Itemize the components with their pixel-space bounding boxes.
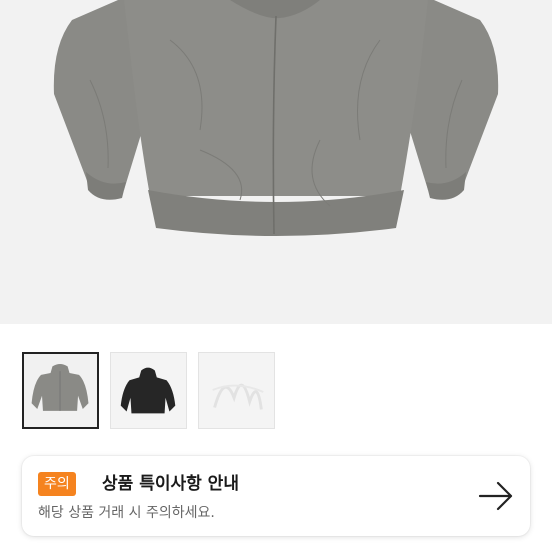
notice-title: 상품 특이사항 안내 — [102, 474, 239, 494]
white-graphic-thumbnail-image — [199, 353, 274, 428]
notice-subtitle: 해당 상품 거래 시 주의하세요. — [38, 505, 215, 521]
jacket-illustration — [53, 0, 499, 236]
warning-badge: 주의 — [38, 472, 76, 496]
product-main-image[interactable] — [0, 0, 552, 324]
thumbnail-black[interactable] — [110, 352, 187, 429]
thumbnail-strip — [22, 352, 275, 429]
product-notice-card[interactable]: 주의 상품 특이사항 안내 해당 상품 거래 시 주의하세요. — [22, 456, 530, 536]
arrow-right-icon[interactable] — [478, 480, 514, 512]
thumbnail-white[interactable] — [198, 352, 275, 429]
gray-jacket-thumbnail-image — [24, 354, 97, 427]
thumbnail-gray[interactable] — [22, 352, 99, 429]
black-hoodie-thumbnail-image — [111, 353, 186, 428]
